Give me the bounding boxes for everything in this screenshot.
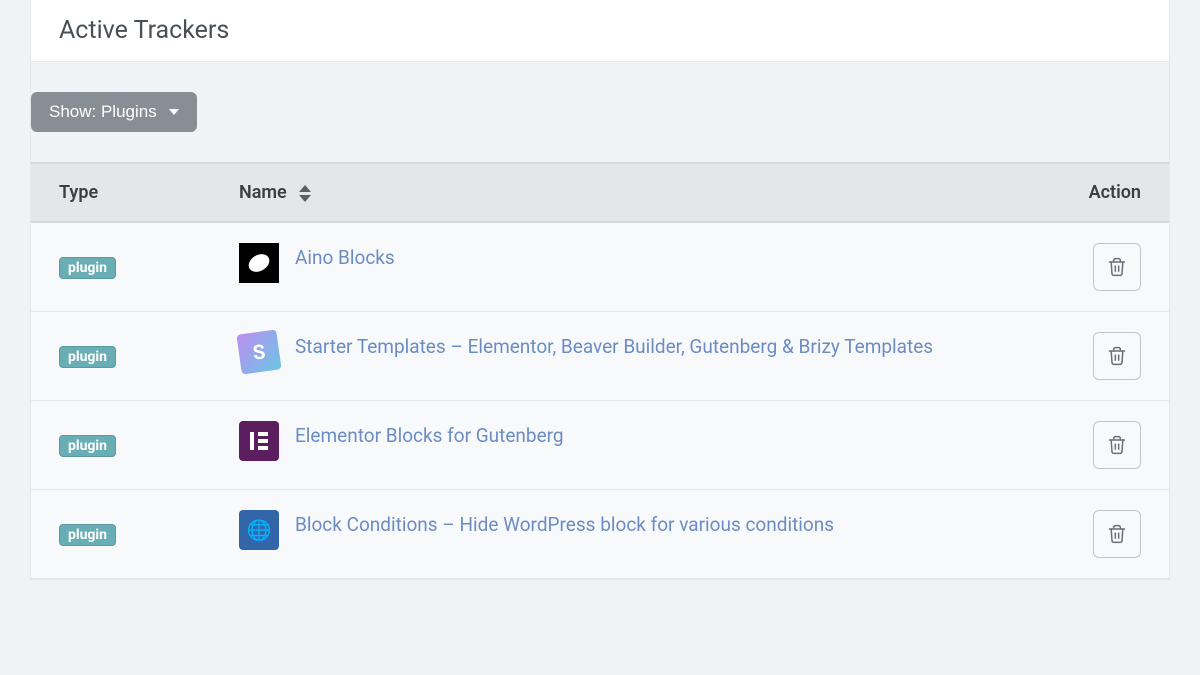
trackers-card: Active Trackers Show: Plugins Type Name [30,0,1170,580]
action-cell [1029,312,1169,401]
plugin-name-link[interactable]: Elementor Blocks for Gutenberg [295,421,1001,451]
page-title: Active Trackers [59,16,1141,45]
filter-label: Show: Plugins [49,102,157,122]
type-cell: plugin [31,401,211,490]
sort-icon [299,185,311,202]
action-cell [1029,490,1169,579]
action-cell [1029,401,1169,490]
type-cell: plugin [31,312,211,401]
trackers-table-container: Type Name Action pluginAino Blocksplugin… [31,162,1169,579]
delete-button[interactable] [1093,332,1141,380]
plugin-name-link[interactable]: Block Conditions – Hide WordPress block … [295,510,1001,540]
column-name-label: Name [239,182,287,203]
type-badge: plugin [59,435,116,457]
type-cell: plugin [31,490,211,579]
caret-down-icon [169,109,179,115]
delete-button[interactable] [1093,243,1141,291]
plugin-icon [239,421,279,461]
table-header: Type Name Action [31,164,1169,222]
table-row: plugin Aino Blocks [31,222,1169,312]
type-badge: plugin [59,346,116,368]
plugin-name-link[interactable]: Aino Blocks [295,243,1001,273]
trash-icon [1107,524,1127,544]
plugin-name-link[interactable]: Starter Templates – Elementor, Beaver Bu… [295,332,1001,362]
trackers-table: Type Name Action pluginAino Blocksplugin… [31,164,1169,579]
column-header-name[interactable]: Name [211,164,1029,222]
card-header: Active Trackers [31,0,1169,62]
trash-icon [1107,257,1127,277]
type-badge: plugin [59,257,116,279]
plugin-icon [239,243,279,283]
filter-section: Show: Plugins [31,92,1169,162]
column-header-action: Action [1029,164,1169,222]
plugin-icon: S [236,329,281,374]
show-filter-dropdown[interactable]: Show: Plugins [31,92,197,132]
trash-icon [1107,346,1127,366]
delete-button[interactable] [1093,421,1141,469]
table-body: plugin Aino Blocks plugin S Starter Template… [31,222,1169,579]
plugin-icon: 🌐 [239,510,279,550]
table-row: plugin Elementor Blocks for Gutenberg [31,401,1169,490]
type-badge: plugin [59,524,116,546]
card-body: Show: Plugins Type Name [31,62,1169,579]
name-cell: 🌐 Block Conditions – Hide WordPress block… [211,490,1029,579]
delete-button[interactable] [1093,510,1141,558]
type-cell: plugin [31,222,211,312]
column-header-type: Type [31,164,211,222]
action-cell [1029,222,1169,312]
table-row: plugin 🌐 Block Conditions – Hide WordPress… [31,490,1169,579]
name-cell: S Starter Templates – Elementor, Beaver B… [211,312,1029,401]
name-cell: Aino Blocks [211,222,1029,312]
name-cell: Elementor Blocks for Gutenberg [211,401,1029,490]
table-row: plugin S Starter Templates – Elementor, Be… [31,312,1169,401]
trash-icon [1107,435,1127,455]
